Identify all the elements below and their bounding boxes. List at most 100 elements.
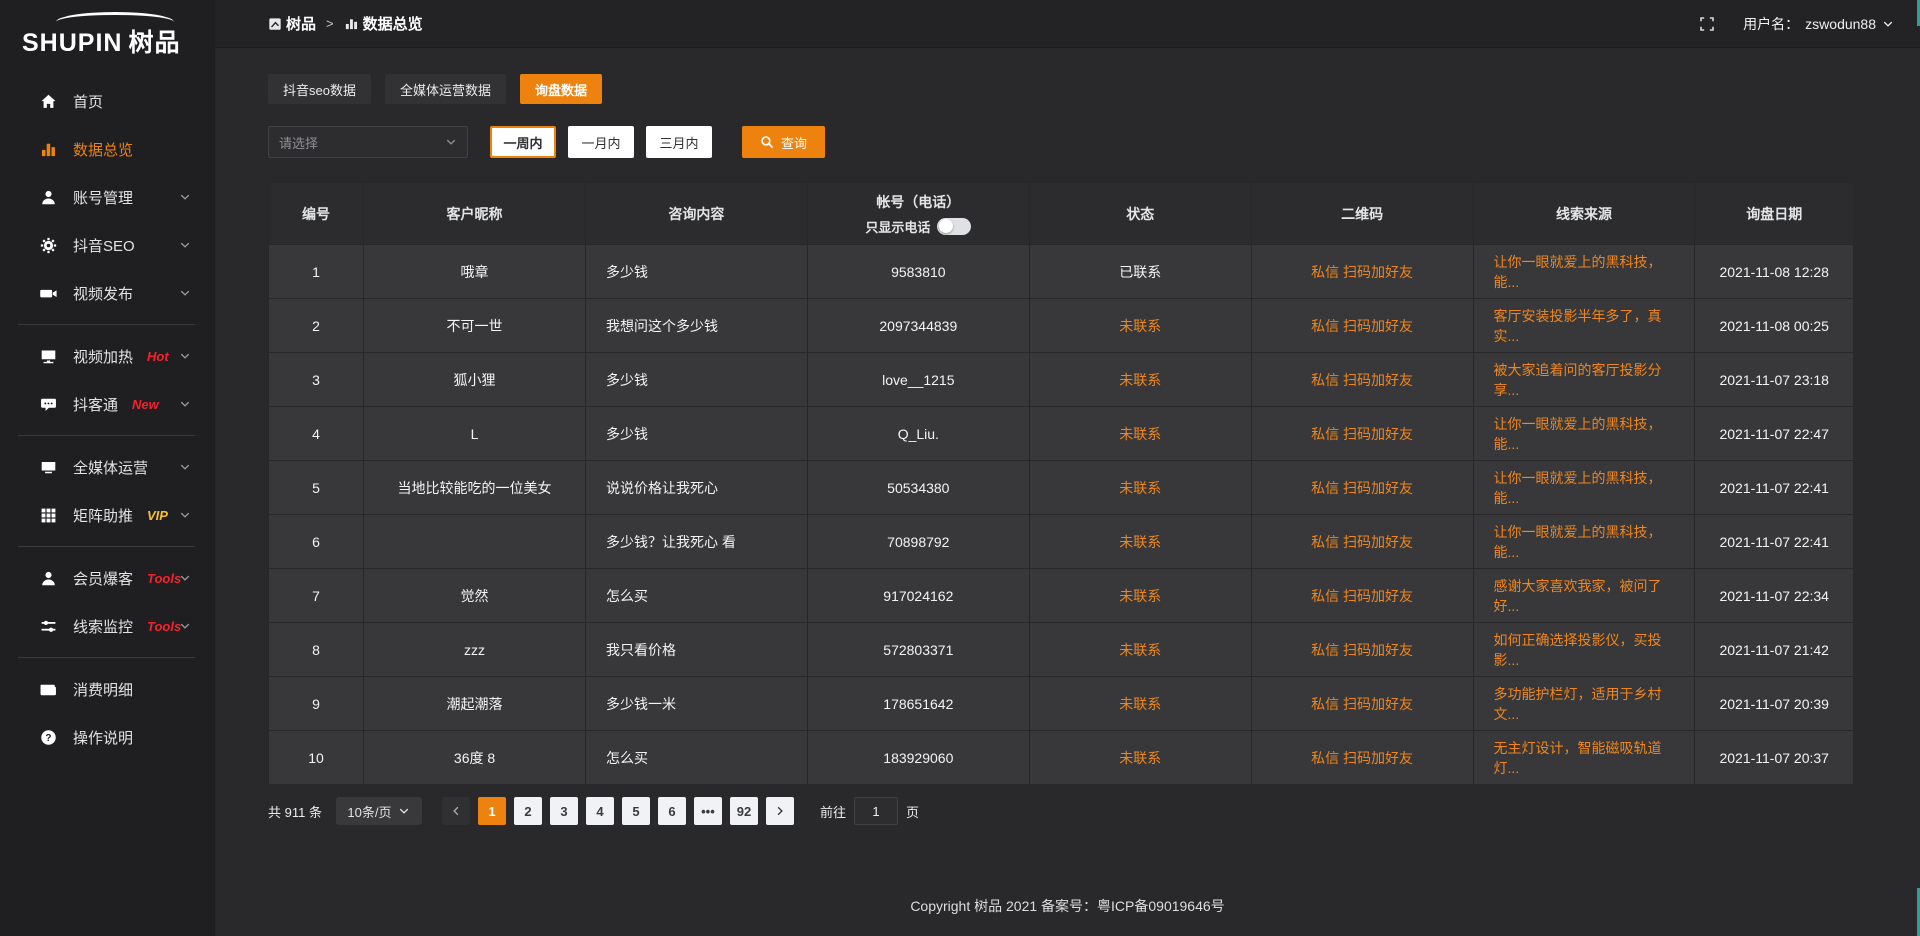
tab-抖音seo数据[interactable]: 抖音seo数据 <box>268 74 371 104</box>
tab-询盘数据[interactable]: 询盘数据 <box>520 74 602 104</box>
period-button-一周内[interactable]: 一周内 <box>490 126 556 158</box>
sidebar-item-label: 首页 <box>73 91 103 112</box>
cell-nickname: zzz <box>364 623 586 677</box>
cell-nickname: 当地比较能吃的一位美女 <box>364 461 586 515</box>
sidebar-item-首页[interactable]: 首页 <box>0 77 215 125</box>
table-row: 4L多少钱Q_Liu.未联系私信 扫码加好友让你一眼就爱上的黑科技，能...20… <box>269 407 1854 461</box>
table-body: 1哦章多少钱9583810已联系私信 扫码加好友让你一眼就爱上的黑科技，能...… <box>269 245 1854 785</box>
sidebar-item-会员爆客[interactable]: 会员爆客Tools <box>0 554 215 602</box>
breadcrumb-item-数据总览[interactable]: 数据总览 <box>344 13 423 34</box>
cell-content: 多少钱 <box>585 245 807 299</box>
question-icon: ? <box>38 728 58 746</box>
monitor-icon <box>38 347 58 365</box>
cell-source[interactable]: 客厅安装投影半年多了，真实... <box>1473 299 1695 353</box>
cell-id: 2 <box>269 299 364 353</box>
cell-account: 50534380 <box>807 461 1029 515</box>
sidebar-item-label: 消费明细 <box>73 679 133 700</box>
column-header-account: 帐号（电话）只显示电话 <box>807 183 1029 245</box>
table-row: 3狐小狸多少钱love__1215未联系私信 扫码加好友被大家追着问的客厅投影分… <box>269 353 1854 407</box>
logo[interactable]: SHUPIN树品 <box>0 0 215 69</box>
sidebar-item-label: 数据总览 <box>73 139 133 160</box>
cell-qrcode[interactable]: 私信 扫码加好友 <box>1251 677 1473 731</box>
page-button-4[interactable]: 4 <box>586 797 614 825</box>
prev-page-button[interactable] <box>442 797 470 825</box>
tab-全媒体运营数据[interactable]: 全媒体运营数据 <box>385 74 506 104</box>
sidebar-item-抖客通[interactable]: 抖客通New <box>0 380 215 428</box>
cell-account: 9583810 <box>807 245 1029 299</box>
cell-source[interactable]: 无主灯设计，智能磁吸轨道灯... <box>1473 731 1695 785</box>
sidebar-item-消费明细[interactable]: 消费明细 <box>0 665 215 713</box>
chevron-down-icon <box>1882 18 1894 30</box>
chevron-down-icon <box>179 509 191 521</box>
cell-qrcode[interactable]: 私信 扫码加好友 <box>1251 407 1473 461</box>
fullscreen-icon[interactable] <box>1699 16 1715 32</box>
sidebar-divider <box>18 324 195 325</box>
page-button-3[interactable]: 3 <box>550 797 578 825</box>
screen-icon <box>38 458 58 476</box>
sidebar-item-矩阵助推[interactable]: 矩阵助推VIP <box>0 491 215 539</box>
cell-source[interactable]: 多功能护栏灯，适用于乡村文... <box>1473 677 1695 731</box>
cell-source[interactable]: 让你一眼就爱上的黑科技，能... <box>1473 407 1695 461</box>
cell-content: 说说价格让我死心 <box>585 461 807 515</box>
sidebar-item-视频加热[interactable]: 视频加热Hot <box>0 332 215 380</box>
cell-source[interactable]: 让你一眼就爱上的黑科技，能... <box>1473 461 1695 515</box>
chart-sm-icon <box>344 16 359 31</box>
sidebar-item-抖音SEO[interactable]: 抖音SEO <box>0 221 215 269</box>
cell-qrcode[interactable]: 私信 扫码加好友 <box>1251 623 1473 677</box>
table-row: 9潮起潮落多少钱一米178651642未联系私信 扫码加好友多功能护栏灯，适用于… <box>269 677 1854 731</box>
filter-select[interactable]: 请选择 <box>268 126 468 158</box>
username[interactable]: 用户名：zswodun88 <box>1743 14 1894 34</box>
cell-qrcode[interactable]: 私信 扫码加好友 <box>1251 515 1473 569</box>
sidebar-item-label: 线索监控 <box>73 616 133 637</box>
table-row: 1036度 8怎么买183929060未联系私信 扫码加好友无主灯设计，智能磁吸… <box>269 731 1854 785</box>
phone-only-toggle[interactable] <box>937 218 971 235</box>
cell-id: 1 <box>269 245 364 299</box>
next-page-button[interactable] <box>766 797 794 825</box>
badge-new: New <box>132 397 159 412</box>
sidebar-item-视频发布[interactable]: 视频发布 <box>0 269 215 317</box>
breadcrumb-item-树品[interactable]: 树品 <box>268 13 316 34</box>
sidebar-item-操作说明[interactable]: ?操作说明 <box>0 713 215 761</box>
cell-qrcode[interactable]: 私信 扫码加好友 <box>1251 731 1473 785</box>
cell-source[interactable]: 让你一眼就爱上的黑科技，能... <box>1473 245 1695 299</box>
sidebar-item-label: 矩阵助推 <box>73 505 133 526</box>
sidebar-item-线索监控[interactable]: 线索监控Tools <box>0 602 215 650</box>
cell-qrcode[interactable]: 私信 扫码加好友 <box>1251 245 1473 299</box>
column-header-date: 询盘日期 <box>1695 183 1854 245</box>
period-buttons: 一周内一月内三月内 <box>468 126 712 158</box>
cell-status: 未联系 <box>1029 407 1251 461</box>
page-button-2[interactable]: 2 <box>514 797 542 825</box>
filter-bar: 请选择 一周内一月内三月内 查询 <box>268 126 1854 158</box>
sidebar-item-账号管理[interactable]: 账号管理 <box>0 173 215 221</box>
sidebar-item-全媒体运营[interactable]: 全媒体运营 <box>0 443 215 491</box>
page-size-value: 10条/页 <box>347 802 391 821</box>
period-button-一月内[interactable]: 一月内 <box>568 126 634 158</box>
cell-qrcode[interactable]: 私信 扫码加好友 <box>1251 353 1473 407</box>
page-button-5[interactable]: 5 <box>622 797 650 825</box>
cell-source[interactable]: 如何正确选择投影仪，买投影... <box>1473 623 1695 677</box>
cell-nickname: 狐小狸 <box>364 353 586 407</box>
inquiry-table: 编号客户昵称咨询内容帐号（电话）只显示电话状态二维码线索来源询盘日期 1哦章多少… <box>268 182 1854 785</box>
cell-qrcode[interactable]: 私信 扫码加好友 <box>1251 461 1473 515</box>
wallet-icon <box>38 680 58 698</box>
page-button-1[interactable]: 1 <box>478 797 506 825</box>
page-ellipsis-button[interactable]: ••• <box>694 797 722 825</box>
page-size-select[interactable]: 10条/页 <box>336 797 422 825</box>
cell-source[interactable]: 被大家追着问的客厅投影分享... <box>1473 353 1695 407</box>
cell-source[interactable]: 感谢大家喜欢我家，被问了好... <box>1473 569 1695 623</box>
cell-qrcode[interactable]: 私信 扫码加好友 <box>1251 299 1473 353</box>
cell-status: 已联系 <box>1029 245 1251 299</box>
period-button-三月内[interactable]: 三月内 <box>646 126 712 158</box>
sidebar-item-label: 会员爆客 <box>73 568 133 589</box>
search-button[interactable]: 查询 <box>742 126 825 158</box>
username-value: zswodun88 <box>1805 16 1876 32</box>
cell-source[interactable]: 让你一眼就爱上的黑科技，能... <box>1473 515 1695 569</box>
sidebar-item-数据总览[interactable]: 数据总览 <box>0 125 215 173</box>
cell-qrcode[interactable]: 私信 扫码加好友 <box>1251 569 1473 623</box>
total-count: 共 911 条 <box>268 802 322 821</box>
page-button-6[interactable]: 6 <box>658 797 686 825</box>
page-button-92[interactable]: 92 <box>730 797 758 825</box>
cell-account: 917024162 <box>807 569 1029 623</box>
cell-id: 5 <box>269 461 364 515</box>
goto-page-input[interactable] <box>854 797 898 825</box>
